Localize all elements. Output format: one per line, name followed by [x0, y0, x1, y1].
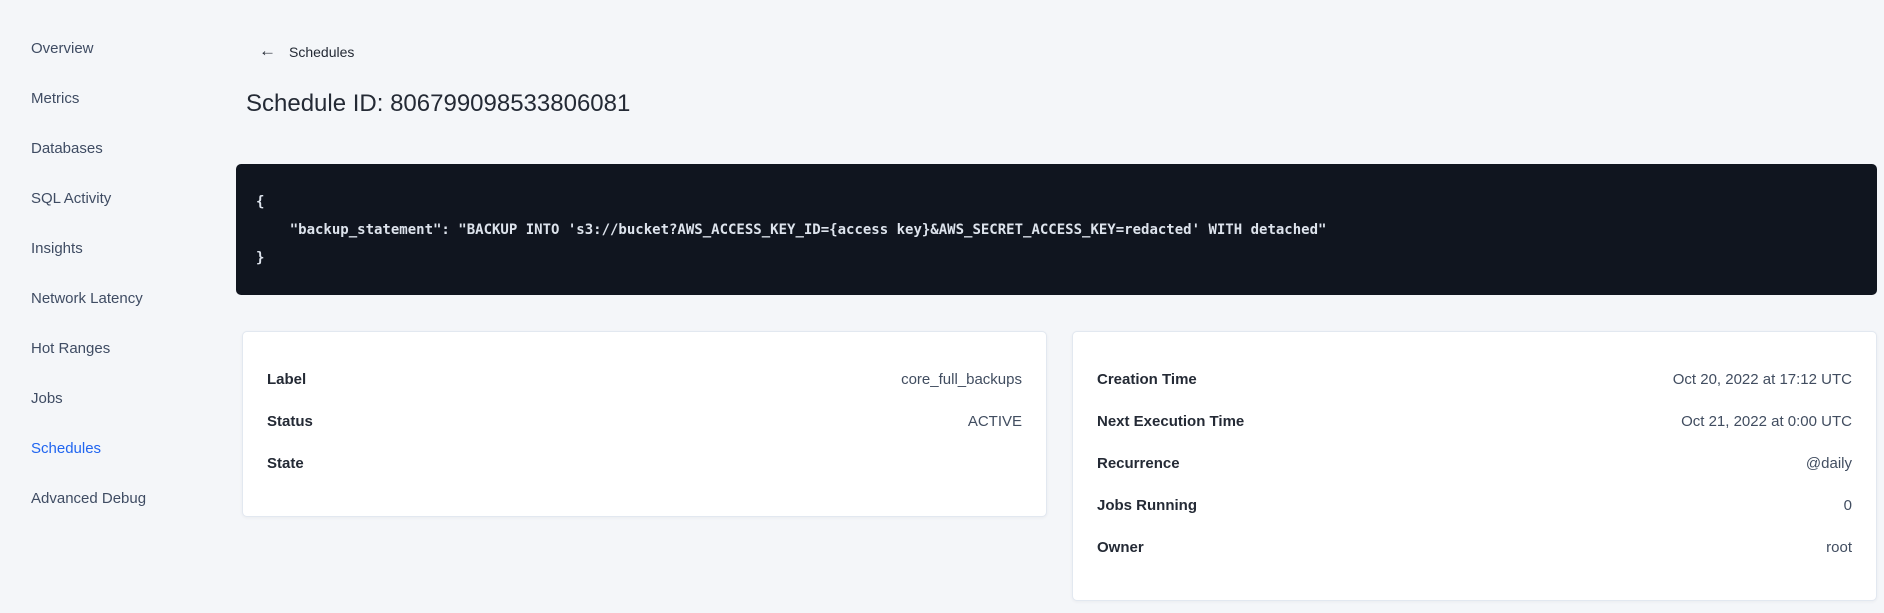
detail-row-value: Oct 20, 2022 at 17:12 UTC	[1672, 370, 1852, 388]
detail-row-status: Status ACTIVE	[267, 400, 1022, 442]
detail-row-key: Next Execution Time	[1097, 412, 1245, 430]
main-content: ← Schedules Schedule ID: 806799098533806…	[236, 0, 1884, 613]
detail-row-state: State	[267, 442, 1022, 484]
detail-row-recurrence: Recurrence @daily	[1097, 442, 1852, 484]
detail-row-jobs-running: Jobs Running 0	[1097, 484, 1852, 526]
back-to-schedules-link[interactable]: ← Schedules	[259, 41, 355, 60]
detail-row-value: root	[1826, 538, 1852, 556]
sidebar-item-network-latency[interactable]: Network Latency	[0, 273, 236, 323]
back-arrow-icon: ←	[259, 41, 276, 60]
sidebar-item-schedules[interactable]: Schedules	[0, 423, 236, 473]
detail-row-owner: Owner root	[1097, 526, 1852, 568]
sidebar-item-advanced-debug[interactable]: Advanced Debug	[0, 473, 236, 523]
sidebar-item-metrics[interactable]: Metrics	[0, 73, 236, 123]
schedule-definition-code: { "backup_statement": "BACKUP INTO 's3:/…	[236, 164, 1877, 295]
page-title: Schedule ID: 806799098533806081	[246, 90, 631, 117]
code-line: {	[256, 194, 265, 210]
code-line: }	[256, 250, 265, 266]
schedule-summary-card: Label core_full_backups Status ACTIVE St…	[242, 331, 1047, 517]
sidebar-item-overview[interactable]: Overview	[0, 23, 236, 73]
code-line: "backup_statement": "BACKUP INTO 's3://b…	[256, 222, 1327, 238]
detail-row-value: @daily	[1805, 454, 1852, 472]
detail-row-label: Label core_full_backups	[267, 358, 1022, 400]
sidebar-item-hot-ranges[interactable]: Hot Ranges	[0, 323, 236, 373]
sidebar-item-insights[interactable]: Insights	[0, 223, 236, 273]
back-link-label: Schedules	[289, 43, 355, 60]
sidebar-item-jobs[interactable]: Jobs	[0, 373, 236, 423]
detail-row-key: Recurrence	[1097, 454, 1180, 472]
detail-row-value: Oct 21, 2022 at 0:00 UTC	[1681, 412, 1852, 430]
sidebar: Overview Metrics Databases SQL Activity …	[0, 0, 236, 613]
detail-row-creation-time: Creation Time Oct 20, 2022 at 17:12 UTC	[1097, 358, 1852, 400]
detail-row-value: core_full_backups	[901, 370, 1022, 388]
app-window: Overview Metrics Databases SQL Activity …	[0, 0, 1884, 613]
detail-row-key: Creation Time	[1097, 370, 1197, 388]
detail-row-key: Status	[267, 412, 313, 430]
detail-row-key: State	[267, 454, 304, 472]
schedule-timing-card: Creation Time Oct 20, 2022 at 17:12 UTC …	[1072, 331, 1877, 601]
detail-row-next-execution-time: Next Execution Time Oct 21, 2022 at 0:00…	[1097, 400, 1852, 442]
detail-cards-row: Label core_full_backups Status ACTIVE St…	[242, 331, 1877, 601]
sidebar-item-databases[interactable]: Databases	[0, 123, 236, 173]
detail-row-value: ACTIVE	[967, 412, 1022, 430]
detail-row-key: Owner	[1097, 538, 1144, 556]
sidebar-item-sql-activity[interactable]: SQL Activity	[0, 173, 236, 223]
detail-row-key: Label	[267, 370, 307, 388]
detail-row-value: 0	[1843, 496, 1852, 514]
detail-row-key: Jobs Running	[1097, 496, 1197, 514]
